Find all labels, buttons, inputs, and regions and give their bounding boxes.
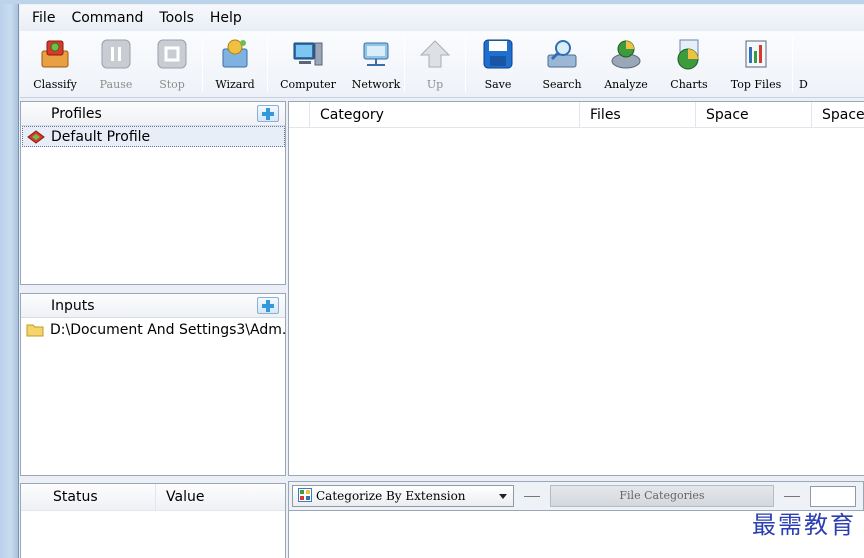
grid-icon [298, 487, 312, 505]
window-frame-top [0, 0, 864, 4]
wizard-icon [218, 37, 252, 71]
inputs-header: Inputs [21, 294, 285, 318]
save-label: Save [484, 78, 512, 91]
categorize-select[interactable]: Categorize By Extension [292, 485, 514, 507]
save-button[interactable]: Save [466, 31, 530, 97]
folder-icon [26, 322, 44, 338]
window-frame-left [0, 0, 19, 558]
analyze-icon [609, 37, 643, 71]
grid-corner [289, 102, 309, 128]
add-input-button[interactable] [257, 297, 279, 314]
top-files-label: Top Files [730, 78, 782, 91]
classify-label: Classify [33, 78, 77, 91]
analyze-label: Analyze [604, 78, 648, 91]
input-path: D:\Document And Settings3\Adm... [50, 321, 285, 338]
status-panel: Status Value [20, 483, 286, 558]
profiles-header: Profiles [21, 102, 285, 126]
menu-bar: File Command Tools Help [20, 5, 864, 31]
truncated-label: D [799, 78, 808, 91]
network-button[interactable]: Network [348, 31, 404, 97]
stop-icon [155, 37, 189, 71]
truncated-icon [799, 37, 809, 71]
charts-label: Charts [670, 78, 708, 91]
save-icon [481, 37, 515, 71]
stop-button[interactable]: Stop [142, 31, 202, 97]
app-window: File Command Tools Help Classify Pause S… [0, 0, 864, 558]
categorize-select-value: Categorize By Extension [316, 489, 466, 503]
classify-icon [38, 37, 72, 71]
search-button[interactable]: Search [530, 31, 594, 97]
stop-label: Stop [159, 78, 185, 91]
file-categories-button[interactable]: File Categories [550, 485, 774, 507]
profiles-title: Profiles [51, 105, 102, 122]
plus-icon [262, 299, 274, 312]
computer-label: Computer [280, 78, 336, 91]
plus-icon [262, 107, 274, 120]
up-arrow-icon [418, 37, 452, 71]
up-label: Up [426, 78, 444, 91]
status-column-header[interactable]: Status [43, 484, 98, 510]
search-icon [545, 37, 579, 71]
wizard-button[interactable]: Wizard [203, 31, 267, 97]
charts-icon [672, 37, 706, 71]
watermark: 最需教育 [752, 511, 856, 539]
value-column-header[interactable]: Value [155, 484, 204, 510]
input-item[interactable]: D:\Document And Settings3\Adm... [22, 319, 285, 340]
analyze-button[interactable]: Analyze [594, 31, 658, 97]
inputs-panel: Inputs D:\Document And Settings3\Adm... [20, 293, 286, 476]
category-column-header[interactable]: Category [309, 102, 384, 128]
category-grid-header: Category Files Space Space [289, 102, 864, 128]
toolbar: Classify Pause Stop Wizard Computer Netw… [20, 31, 864, 98]
truncated-button[interactable]: D [793, 31, 809, 97]
menu-file[interactable]: File [24, 5, 63, 31]
add-profile-button[interactable] [257, 105, 279, 122]
menu-command[interactable]: Command [63, 5, 151, 31]
profile-icon [27, 129, 45, 145]
space-column-header-2[interactable]: Space [811, 102, 864, 128]
inputs-title: Inputs [51, 297, 95, 314]
pause-button[interactable]: Pause [90, 31, 142, 97]
pause-icon [99, 37, 133, 71]
search-label: Search [542, 78, 582, 91]
network-icon [359, 37, 393, 71]
network-label: Network [351, 78, 401, 91]
classify-button[interactable]: Classify [20, 31, 90, 97]
files-column-header[interactable]: Files [579, 102, 621, 128]
computer-icon [291, 37, 325, 71]
profile-item[interactable]: Default Profile [22, 126, 285, 147]
category-grid: Category Files Space Space [288, 101, 864, 476]
space-column-header[interactable]: Space [695, 102, 749, 128]
top-files-button[interactable]: Top Files [720, 31, 792, 97]
charts-button[interactable]: Charts [658, 31, 720, 97]
status-grid-header: Status Value [21, 484, 285, 511]
profiles-panel: Profiles Default Profile [20, 101, 286, 285]
top-files-icon [739, 37, 773, 71]
divider [524, 495, 540, 497]
divider [784, 495, 800, 497]
filter-input[interactable] [810, 485, 856, 507]
wizard-label: Wizard [215, 78, 255, 91]
menu-help[interactable]: Help [202, 5, 250, 31]
up-button[interactable]: Up [405, 31, 465, 97]
chevron-down-icon [499, 494, 507, 499]
pause-label: Pause [99, 78, 133, 91]
profile-label: Default Profile [51, 128, 151, 145]
menu-tools[interactable]: Tools [151, 5, 202, 31]
computer-button[interactable]: Computer [268, 31, 348, 97]
